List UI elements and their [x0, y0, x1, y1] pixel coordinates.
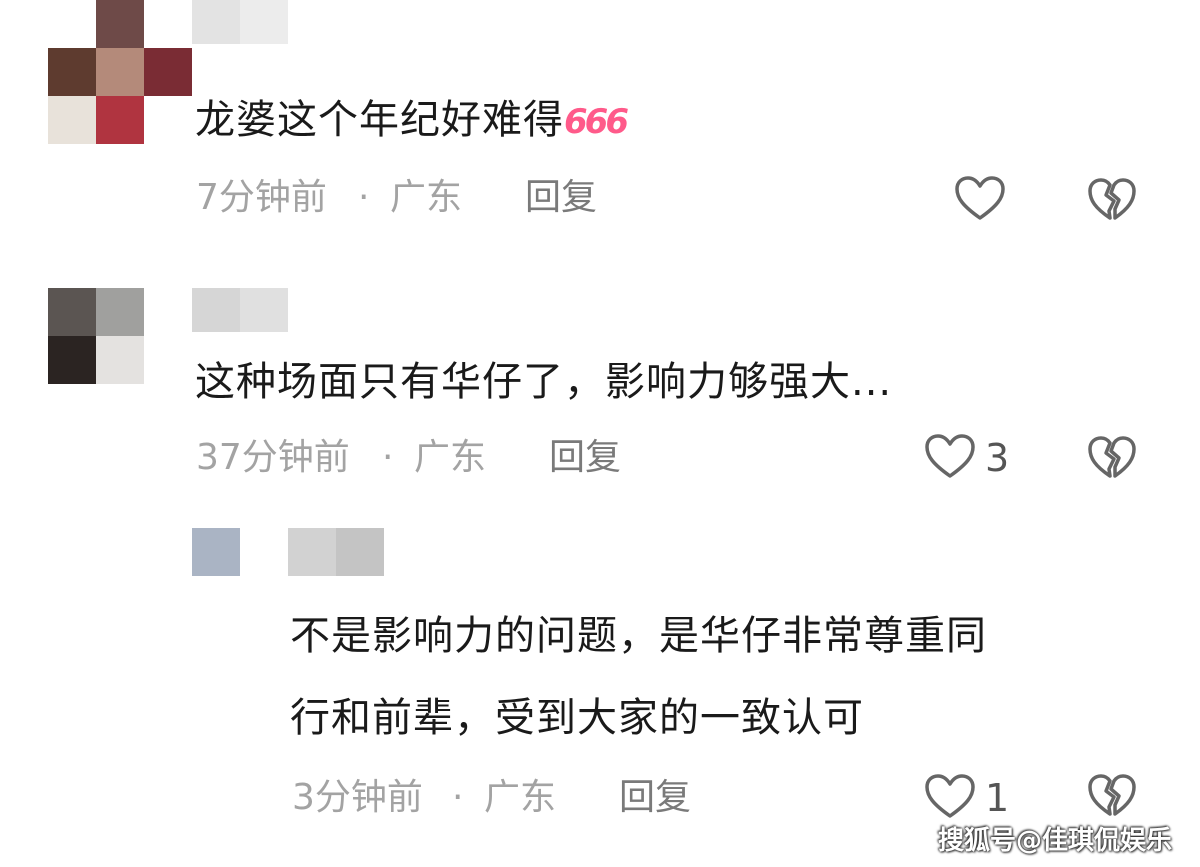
comment-time: 7分钟前	[196, 177, 327, 218]
heart-outline-icon[interactable]	[925, 774, 975, 820]
comment-text-line-2: 行和前辈，受到大家的一致认可	[290, 695, 864, 741]
reply-button[interactable]: 回复	[549, 436, 621, 480]
heart-outline-icon[interactable]	[925, 434, 975, 480]
reply-button[interactable]: 回复	[525, 176, 597, 220]
comment-text: 龙婆这个年纪好难得666	[195, 97, 629, 143]
broken-heart-icon[interactable]	[1088, 178, 1136, 222]
comment-time: 3分钟前	[292, 777, 423, 818]
heart-outline-icon[interactable]	[955, 176, 1005, 222]
comment-location: 广东	[390, 177, 463, 218]
separator-dot: ·	[452, 777, 464, 818]
broken-heart-icon[interactable]	[1088, 774, 1136, 818]
separator-dot: ·	[358, 177, 370, 218]
comment-time: 37分钟前	[196, 437, 350, 478]
comment-text: 这种场面只有华仔了，影响力够强大...	[195, 359, 893, 405]
watermark: 搜狐号@佳琪侃娱乐	[937, 826, 1172, 856]
emoji-666: 666	[564, 102, 629, 142]
comment-text-line-1: 不是影响力的问题，是华仔非常尊重同	[290, 613, 987, 659]
reply-button[interactable]: 回复	[619, 776, 691, 820]
like-count: 3	[985, 436, 1010, 480]
comment-location: 广东	[414, 437, 487, 478]
comment-location: 广东	[484, 777, 557, 818]
separator-dot: ·	[382, 437, 394, 478]
broken-heart-icon[interactable]	[1088, 436, 1136, 480]
like-count: 1	[985, 776, 1010, 820]
